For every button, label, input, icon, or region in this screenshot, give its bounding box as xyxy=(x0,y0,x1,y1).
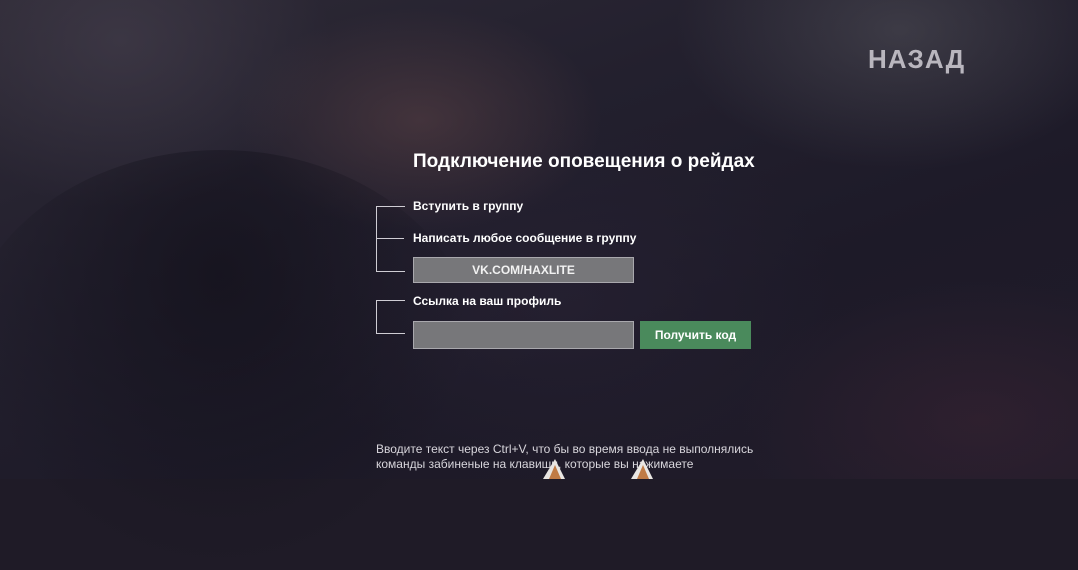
step-send-message: Написать любое сообщение в группу xyxy=(413,231,637,245)
get-code-button[interactable]: Получить код xyxy=(640,321,751,349)
group-link-text[interactable]: VK.COM/HAXLITE xyxy=(414,258,633,282)
step-join-group: Вступить в группу xyxy=(413,199,524,213)
step-connector-group2 xyxy=(376,300,405,334)
back-button[interactable]: НАЗАД xyxy=(868,44,965,75)
step-profile-link-label: Ссылка на ваш профиль xyxy=(413,294,562,308)
profile-link-field[interactable] xyxy=(413,321,634,349)
character-ears-icon xyxy=(543,459,653,479)
input-hint-line1: Вводите текст через Ctrl+V, что бы во вр… xyxy=(376,442,754,456)
step-connector-group1 xyxy=(376,206,405,272)
group-link-field[interactable]: VK.COM/HAXLITE xyxy=(413,257,634,283)
page-title: Подключение оповещения о рейдах xyxy=(413,151,755,172)
step-connector-tick xyxy=(376,238,404,239)
profile-link-input[interactable] xyxy=(414,322,633,348)
